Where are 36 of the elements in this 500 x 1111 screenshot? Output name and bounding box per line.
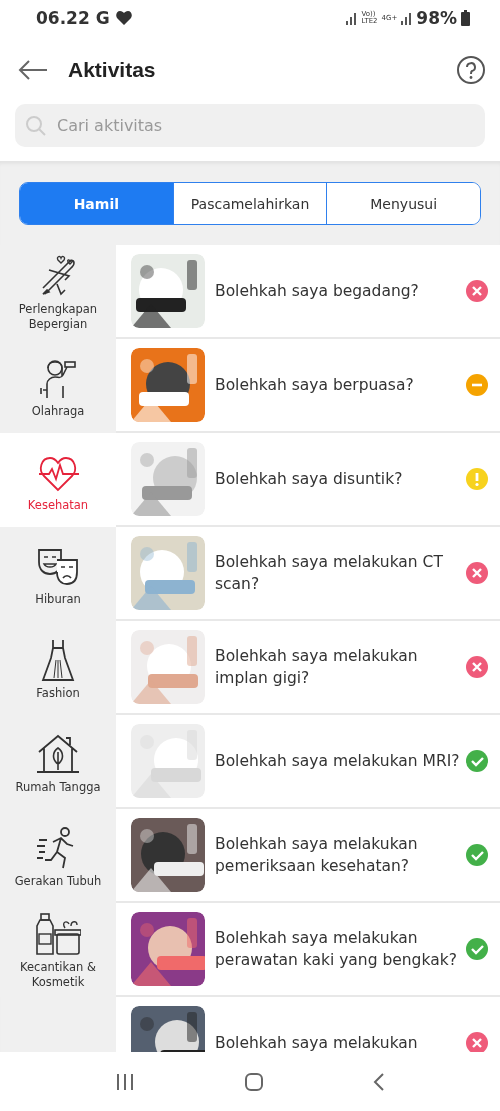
category-label: Olahraga xyxy=(31,403,85,419)
cosmetic-bottles-icon xyxy=(35,910,81,956)
search-field[interactable]: Cari aktivitas xyxy=(15,104,485,147)
battery-icon xyxy=(461,10,470,26)
activity-question: Bolehkah saya disuntik? xyxy=(215,469,404,490)
page-title: Aktivitas xyxy=(68,58,156,82)
heart-icon xyxy=(115,11,132,25)
search-icon xyxy=(25,115,47,137)
activity-question: Bolehkah saya melakukan CT scan? xyxy=(215,552,444,595)
category-label: Kesehatan xyxy=(27,497,89,513)
back-icon[interactable] xyxy=(373,1071,386,1092)
activity-question: Bolehkah saya melakukan xyxy=(215,1033,419,1052)
tab[interactable]: Hamil xyxy=(20,183,173,224)
activity-question: Bolehkah saya begadang? xyxy=(215,281,420,302)
category-label: Rumah Tangga xyxy=(15,779,101,795)
activity-question: Bolehkah saya melakukan pemeriksaan kesehatan? xyxy=(215,834,419,877)
category-label: Perlengkapan Bepergian xyxy=(17,302,99,332)
category-label: Kecantikan & Kosmetik xyxy=(19,960,97,990)
signal-icon xyxy=(401,11,413,25)
category-label: Gerakan Tubuh xyxy=(14,873,102,889)
signal-icon xyxy=(346,11,358,25)
category-tab[interactable]: Kesehatan xyxy=(0,433,116,527)
help-icon[interactable] xyxy=(456,55,486,85)
home-icon[interactable] xyxy=(244,1071,264,1092)
battery-percent: 98% xyxy=(416,8,457,28)
back-arrow-icon[interactable] xyxy=(18,60,48,80)
tab[interactable]: Menyusui xyxy=(326,183,480,224)
recent-apps-icon[interactable] xyxy=(114,1072,135,1091)
activity-question: Bolehkah saya melakukan MRI? xyxy=(215,751,461,772)
activity-question: Bolehkah saya melakukan perawatan kaki yang bengkak? xyxy=(215,928,458,971)
category-label: Hiburan xyxy=(35,591,81,607)
carrier-label: G xyxy=(95,8,110,28)
activity-question: Bolehkah saya melakukan implan gigi? xyxy=(215,646,419,689)
category-label: Fashion xyxy=(36,685,80,701)
activity-question: Bolehkah saya berpuasa? xyxy=(215,375,415,396)
clock: 06.22 xyxy=(36,8,90,28)
